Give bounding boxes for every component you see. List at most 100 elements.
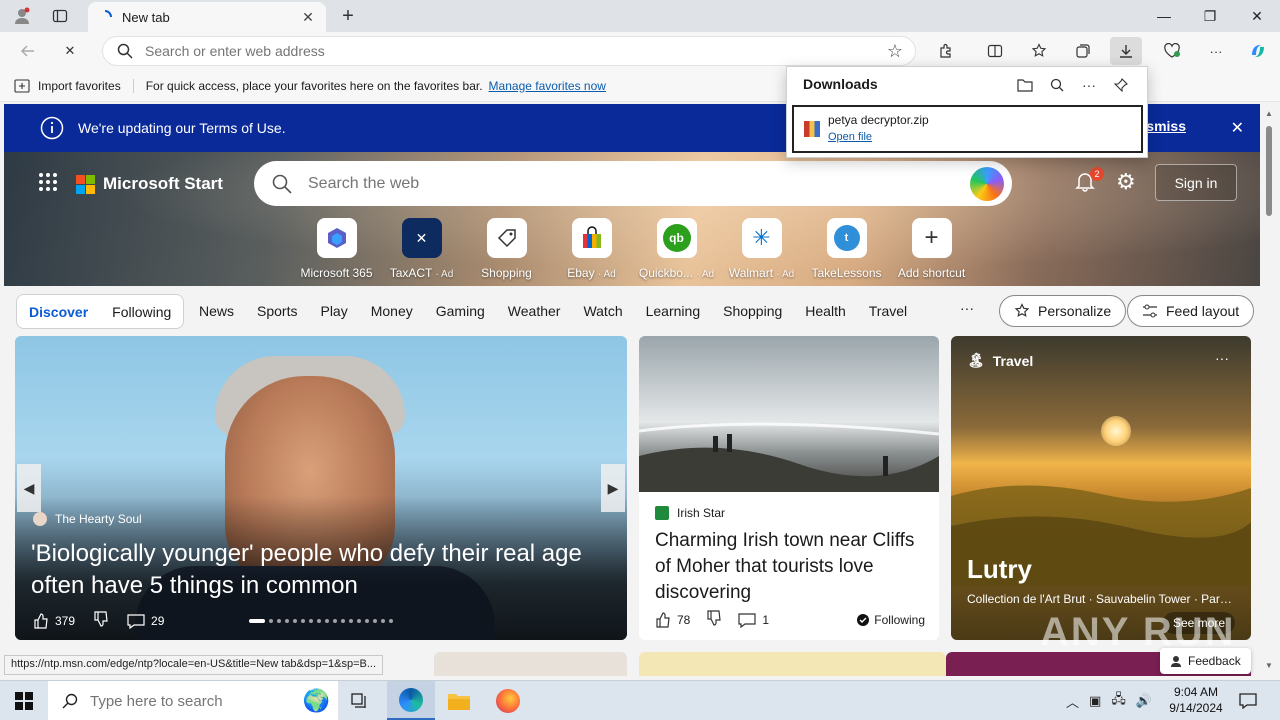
dislike-button[interactable] <box>93 611 109 630</box>
shortcut-shopping[interactable]: Shopping <box>464 218 549 280</box>
nav-sports[interactable]: Sports <box>257 303 297 319</box>
action-center-icon[interactable] <box>1236 689 1260 713</box>
firefox-icon[interactable] <box>484 681 532 720</box>
minimize-button[interactable]: — <box>1141 0 1187 32</box>
task-view-icon[interactable] <box>336 681 384 720</box>
back-button[interactable] <box>14 37 42 65</box>
close-window-button[interactable]: ✕ <box>1234 0 1280 32</box>
nav-shopping[interactable]: Shopping <box>723 303 782 319</box>
shortcut-quickbooks[interactable]: qb Quickbo... · Ad <box>634 218 719 280</box>
open-folder-icon[interactable] <box>1011 73 1039 97</box>
show-hidden-icons-icon[interactable]: ︿ <box>1066 692 1079 711</box>
stop-loading-button[interactable]: ✕ <box>56 37 84 65</box>
shortcut-taxact[interactable]: ✕ TaxACT · Ad <box>379 218 464 280</box>
tab-actions-icon[interactable] <box>46 4 74 28</box>
like-button[interactable]: 78 <box>655 611 690 628</box>
shortcut-microsoft-365[interactable]: Microsoft 365 <box>294 218 379 280</box>
browser-essentials-icon[interactable] <box>1156 37 1188 65</box>
carousel-prev-button[interactable]: ◀ <box>17 464 41 512</box>
close-notice-icon[interactable]: ✕ <box>1231 118 1244 138</box>
travel-card[interactable]: 🏝 Travel ··· Lutry Collection de l'Art B… <box>951 336 1251 640</box>
search-downloads-icon[interactable] <box>1043 73 1071 97</box>
page-scrollbar[interactable]: ▲ ▼ <box>1262 104 1276 676</box>
manage-favorites-link[interactable]: Manage favorites now <box>489 79 606 93</box>
comment-button[interactable]: 1 <box>738 612 769 628</box>
address-bar[interactable]: ☆ <box>102 36 916 66</box>
thumbs-up-icon <box>656 611 670 628</box>
nav-news[interactable]: News <box>199 303 234 319</box>
pin-icon[interactable] <box>1107 73 1135 97</box>
destination-title[interactable]: Lutry <box>967 554 1032 585</box>
volume-icon[interactable]: 🔊 <box>1136 693 1152 709</box>
comment-button[interactable]: 29 <box>127 613 164 629</box>
scroll-down-icon[interactable]: ▼ <box>1264 660 1274 670</box>
scroll-up-icon[interactable]: ▲ <box>1264 108 1274 118</box>
address-input[interactable] <box>145 43 887 59</box>
extensions-icon[interactable] <box>930 37 962 65</box>
file-explorer-icon[interactable] <box>435 681 483 720</box>
collections-icon[interactable] <box>1067 37 1099 65</box>
nav-weather[interactable]: Weather <box>508 303 561 319</box>
feed-layout-button[interactable]: Feed layout <box>1127 295 1255 327</box>
article-headline[interactable]: 'Biologically younger' people who defy t… <box>31 538 621 602</box>
dislike-button[interactable] <box>706 610 722 629</box>
nav-watch[interactable]: Watch <box>583 303 622 319</box>
shortcut-add[interactable]: + Add shortcut <box>889 218 974 280</box>
shortcut-ebay[interactable]: Ebay · Ad <box>549 218 634 280</box>
microsoft-start-logo[interactable]: Microsoft Start <box>76 174 223 194</box>
start-button[interactable] <box>0 681 48 720</box>
featured-article-card[interactable]: ◀ ▶ The Hearty Soul 'Biologically younge… <box>15 336 627 640</box>
settings-gear-icon[interactable]: ⚙ <box>1116 169 1136 195</box>
restore-button[interactable]: ❐ <box>1187 0 1233 32</box>
web-search-input[interactable] <box>308 174 970 193</box>
nav-travel[interactable]: Travel <box>869 303 907 319</box>
nav-more-button[interactable]: ··· <box>960 300 974 316</box>
open-file-link[interactable]: Open file <box>828 131 872 143</box>
downloads-icon[interactable] <box>1110 37 1142 65</box>
scroll-thumb[interactable] <box>1266 126 1272 216</box>
sign-in-button[interactable]: Sign in <box>1155 164 1237 201</box>
favorite-star-icon[interactable]: ☆ <box>887 41 903 62</box>
tray-app-icon[interactable]: ▣ <box>1089 693 1101 709</box>
tab-discover[interactable]: Discover <box>29 304 88 320</box>
article-headline[interactable]: Charming Irish town near Cliffs of Moher… <box>655 528 925 606</box>
like-button[interactable]: 379 <box>33 612 75 629</box>
taskbar-search-input[interactable] <box>90 692 250 710</box>
copilot-search-icon[interactable] <box>970 166 1004 201</box>
article-source[interactable]: The Hearty Soul <box>33 512 142 526</box>
irish-article-card[interactable]: Irish Star Charming Irish town near Clif… <box>639 336 939 640</box>
feedback-button[interactable]: Feedback <box>1160 648 1251 674</box>
split-screen-icon[interactable] <box>979 37 1011 65</box>
nav-gaming[interactable]: Gaming <box>436 303 485 319</box>
shortcut-takelessons[interactable]: t TakeLessons <box>804 218 889 280</box>
profile-icon[interactable] <box>8 4 36 28</box>
shortcut-label: Ebay <box>567 266 595 280</box>
tab-following[interactable]: Following <box>112 304 171 320</box>
copilot-icon[interactable] <box>1242 37 1274 65</box>
tab-new-tab[interactable]: New tab ✕ <box>88 2 326 32</box>
personalize-button[interactable]: Personalize <box>999 295 1127 327</box>
new-tab-button[interactable]: + <box>334 4 362 28</box>
shortcut-walmart[interactable]: ✳ Walmart · Ad <box>719 218 804 280</box>
travel-more-options-icon[interactable]: ··· <box>1215 350 1229 366</box>
taskbar-search-box[interactable]: 🌍 <box>48 681 338 720</box>
nav-health[interactable]: Health <box>805 303 845 319</box>
close-tab-icon[interactable]: ✕ <box>300 9 316 25</box>
system-clock[interactable]: 9:04 AM 9/14/2024 <box>1168 684 1224 716</box>
article-source[interactable]: Irish Star <box>655 506 725 520</box>
edge-taskbar-icon[interactable] <box>387 681 435 720</box>
favorites-icon[interactable] <box>1023 37 1055 65</box>
nav-play[interactable]: Play <box>320 303 347 319</box>
following-button[interactable]: Following <box>857 613 925 627</box>
web-search-box[interactable] <box>254 161 1012 206</box>
settings-more-icon[interactable]: ··· <box>1200 37 1232 65</box>
download-file-name: petya decryptor.zip <box>828 113 929 127</box>
nav-learning[interactable]: Learning <box>646 303 701 319</box>
import-favorites-button[interactable]: Import favorites <box>14 78 134 93</box>
carousel-next-button[interactable]: ▶ <box>601 464 625 512</box>
nav-money[interactable]: Money <box>371 303 413 319</box>
network-icon[interactable]: 🖧 <box>1111 690 1126 712</box>
download-item[interactable]: petya decryptor.zip Open file <box>792 105 1143 153</box>
apps-launcher-icon[interactable] <box>38 172 58 198</box>
downloads-more-icon[interactable]: ··· <box>1075 73 1103 97</box>
